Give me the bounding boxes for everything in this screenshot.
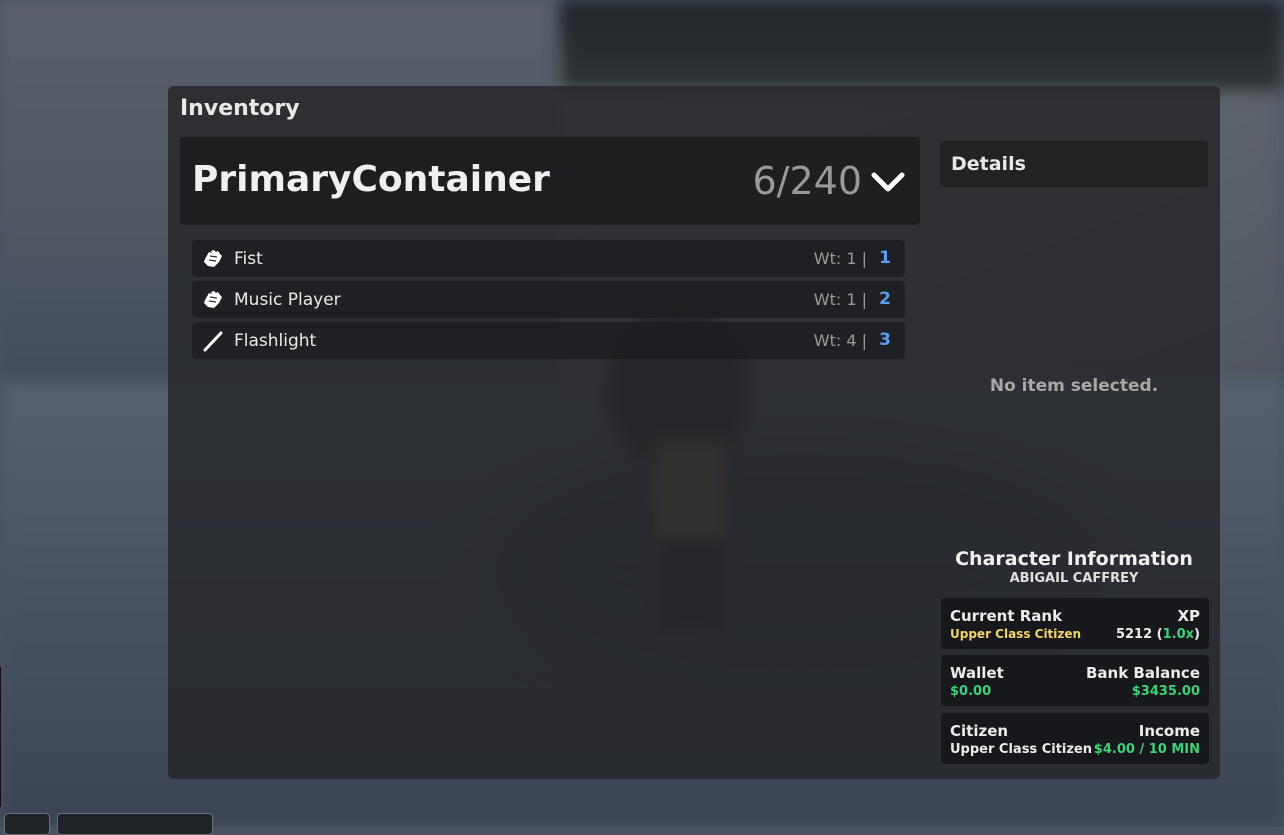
container-name: PrimaryContainer <box>192 159 550 200</box>
citizen-income-box: Citizen Income Upper Class Citizen $4.00… <box>941 713 1209 764</box>
hotbar-bar[interactable] <box>57 813 213 835</box>
rank-value: Upper Class Citizen <box>950 627 1082 641</box>
item-weight: Wt: 4 | <box>813 331 867 350</box>
container-capacity: 6/240 <box>752 159 862 203</box>
inventory-title: Inventory <box>180 96 300 121</box>
chevron-down-icon[interactable] <box>870 165 906 201</box>
citizen-label: Citizen <box>950 722 1009 740</box>
no-item-message: No item selected. <box>989 376 1159 396</box>
details-title: Details <box>951 153 1026 175</box>
item-slot-number: 2 <box>879 289 891 309</box>
citizen-value: Upper Class Citizen <box>950 742 1092 757</box>
bank-label: Bank Balance <box>1086 664 1200 682</box>
inventory-panel: Inventory PrimaryContainer 6/240 Fist Wt… <box>168 86 1220 779</box>
details-header: Details <box>940 141 1208 187</box>
item-slot-number: 3 <box>879 330 891 350</box>
item-name: Fist <box>234 249 263 269</box>
glove-icon <box>204 291 222 308</box>
stick-icon <box>203 331 223 352</box>
xp-label: XP <box>1177 607 1200 625</box>
item-weight: Wt: 1 | <box>813 290 867 309</box>
inventory-item-music-player[interactable]: Music Player Wt: 1 | 2 <box>192 281 905 318</box>
rank-label: Current Rank <box>950 607 1063 625</box>
container-selector[interactable]: PrimaryContainer 6/240 <box>180 137 920 225</box>
xp-value: 5212 (1.0x) <box>1115 627 1200 642</box>
inventory-item-flashlight[interactable]: Flashlight Wt: 4 | 3 <box>192 322 905 359</box>
item-list: Fist Wt: 1 | 1 Music Player Wt: 1 | 2 Fl… <box>192 240 905 363</box>
hotbar-slot[interactable] <box>4 813 50 835</box>
item-name: Music Player <box>234 290 341 310</box>
wallet-label: Wallet <box>950 664 1004 682</box>
edge-divider <box>0 667 1 807</box>
character-name: ABIGAIL CAFFREY <box>1009 571 1139 586</box>
inventory-item-fist[interactable]: Fist Wt: 1 | 1 <box>192 240 905 277</box>
income-value: $4.00 / 10 MIN <box>1093 742 1200 757</box>
item-weight: Wt: 1 | <box>813 249 867 268</box>
wallet-value: $0.00 <box>950 684 992 699</box>
item-slot-number: 1 <box>879 248 891 268</box>
bank-value: $3435.00 <box>1131 684 1200 699</box>
xp-multiplier: 1.0x <box>1162 627 1195 642</box>
money-box: Wallet Bank Balance $0.00 $3435.00 <box>941 655 1209 706</box>
item-name: Flashlight <box>234 331 317 351</box>
rank-xp-box: Current Rank XP Upper Class Citizen 5212… <box>941 598 1209 649</box>
glove-icon <box>204 250 222 267</box>
character-info-title: Character Information <box>955 548 1193 570</box>
income-label: Income <box>1138 722 1200 740</box>
